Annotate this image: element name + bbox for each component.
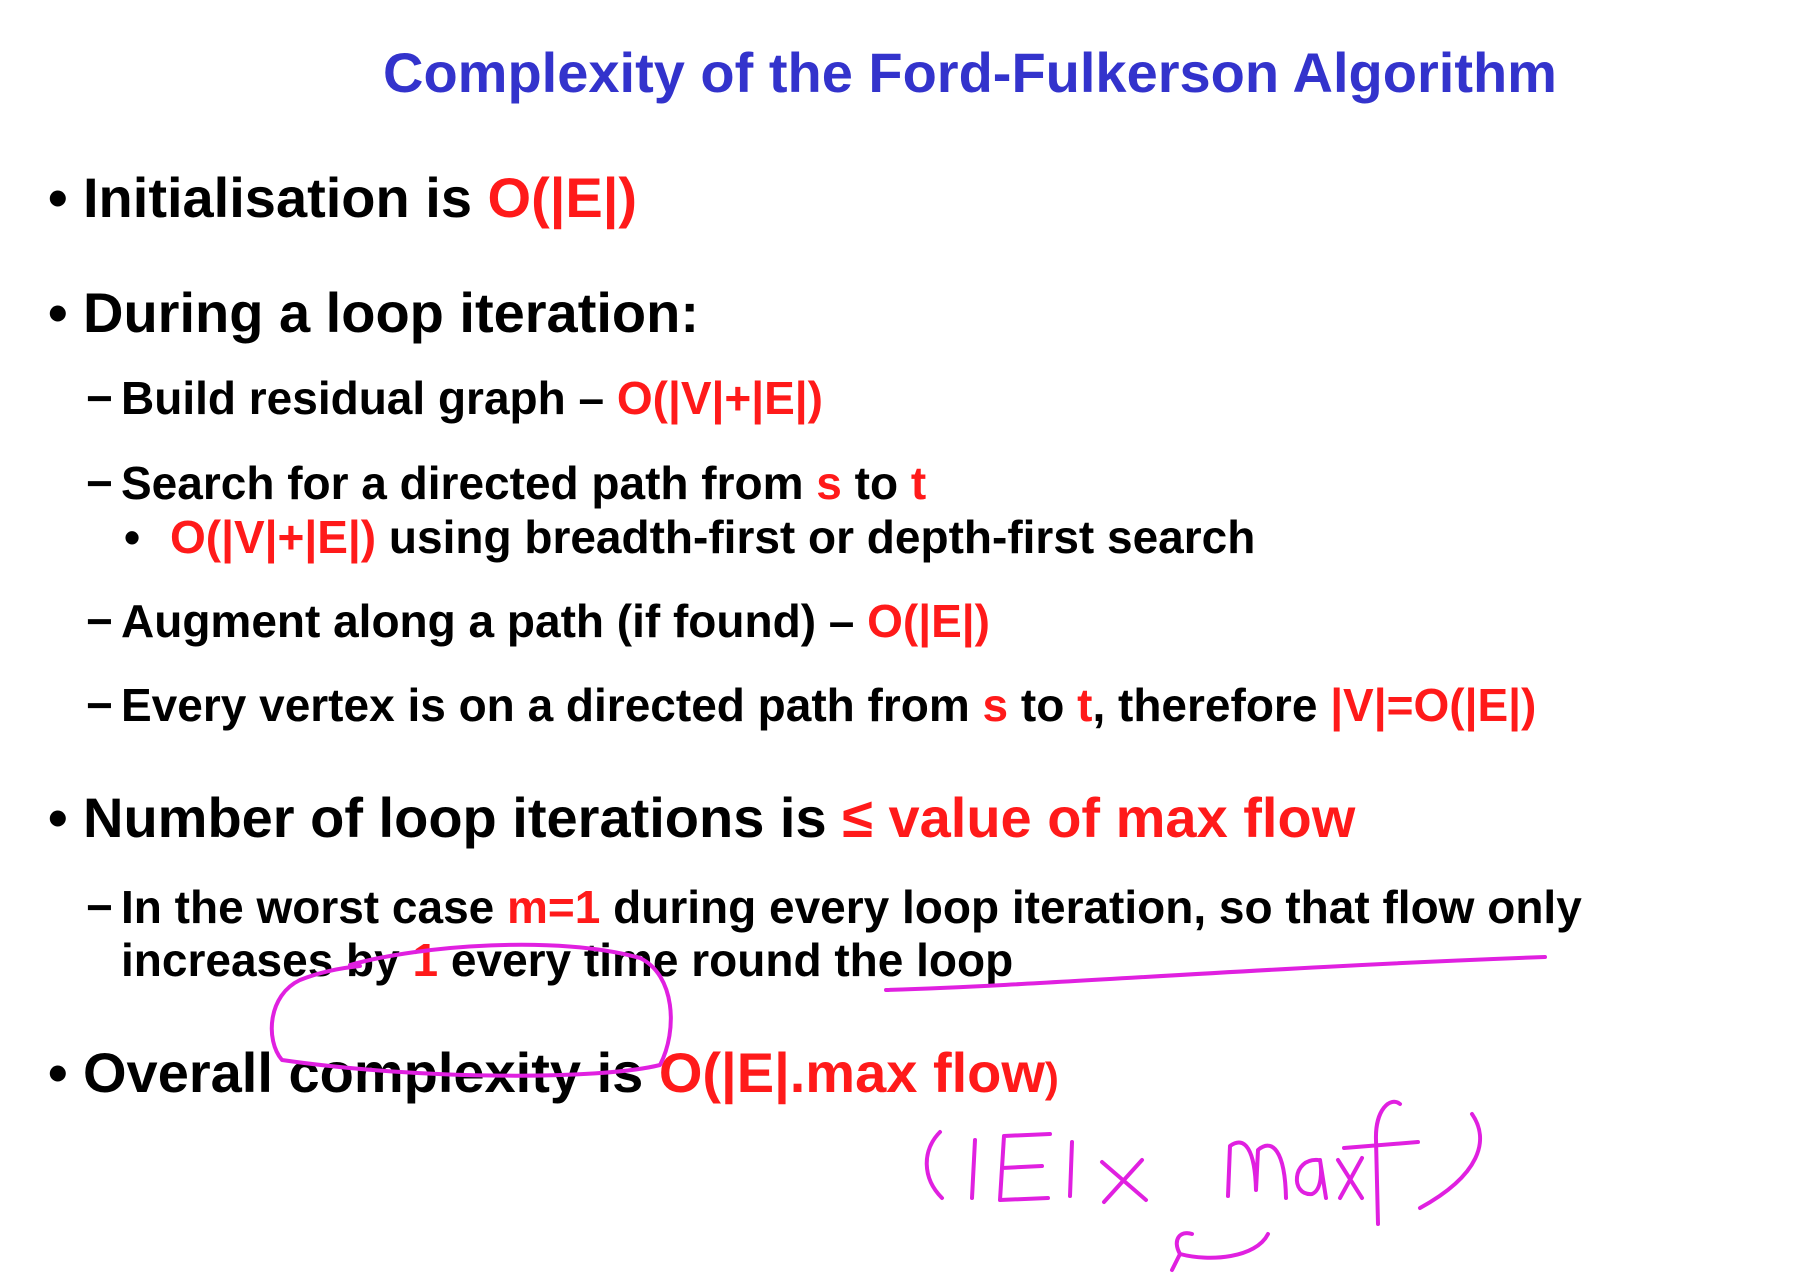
handwritten-char [1418,1112,1482,1210]
worst-text-4: every time round the loop [438,934,1014,986]
sub-item-worst-case: − In the worst case m=1 during every loop… [86,880,1582,934]
search-method-text: using breadth-first or depth-first searc… [376,511,1256,563]
vertex-text-2: to [1008,679,1078,731]
dash-marker: − [86,679,113,731]
handwritten-char [1226,1140,1288,1200]
augment-text: Augment along a path (if found) – [121,595,868,647]
handwritten-char [1336,1156,1364,1200]
bullet-marker: • [48,1041,68,1104]
search-t: t [910,457,927,509]
slide-title: Complexity of the Ford-Fulkerson Algorit… [383,41,1557,104]
dash-marker: − [86,372,113,424]
residual-text: Build residual graph – [121,372,617,424]
bullet-initialisation: • Initialisation is O(|E|) [48,165,637,230]
handwritten-char [1342,1100,1420,1226]
handwritten-char [998,1132,1052,1202]
sub-sub-item-search-method: • O(|V|+|E|) using breadth-first or depth… [124,510,1255,564]
sub-bullet-marker: • [124,511,141,563]
handwritten-char [1100,1158,1148,1204]
sub-item-vertex: − Every vertex is on a directed path from… [86,678,1536,732]
dash-marker: − [86,457,113,509]
handwritten-char [1068,1140,1074,1198]
dash-marker: − [86,881,113,933]
search-complexity: O(|V|+|E|) [170,511,377,563]
search-text-1: Search for a directed path from [121,457,817,509]
bullet-iterations: • Number of loop iterations is ≤ value of… [48,785,1355,850]
vertex-text-1: Every vertex is on a directed path from [121,679,983,731]
dash-marker: − [86,595,113,647]
worst-m: m=1 [507,881,601,933]
overall-complexity: O(|E|.max flow [658,1041,1045,1104]
iterations-bound: ≤ value of max flow [842,786,1356,849]
vertex-t: t [1077,679,1093,731]
worst-text-2: during every loop iteration, so that flo… [600,881,1582,933]
residual-complexity: O(|V|+|E|) [616,372,823,424]
bullet-marker: • [48,786,68,849]
bullet-marker: • [48,166,68,229]
vertex-relation: |V|=O(|E|) [1330,679,1537,731]
init-complexity: O(|E|) [487,166,638,229]
loop-heading: During a loop iteration: [83,281,699,344]
sub-item-residual: − Build residual graph – O(|V|+|E|) [86,371,823,425]
sub-item-augment: − Augment along a path (if found) – O(|E|… [86,594,990,648]
vertex-text-3: , therefore [1092,679,1331,731]
handwritten-char [970,1138,977,1200]
search-s: s [816,457,842,509]
sub-item-search: − Search for a directed path from s to t [86,456,926,510]
sub-item-worst-case-continued: increases by 1 every time round the loop [121,933,1013,987]
worst-text-1: In the worst case [121,881,508,933]
overall-text: Overall complexity is [83,1041,659,1104]
vertex-s: s [982,679,1009,731]
handwritten-char [924,1130,944,1200]
augment-complexity: O(|E|) [867,595,990,647]
iterations-text: Number of loop iterations is [83,786,843,849]
bullet-marker: • [48,281,68,344]
handwritten-formula [924,1100,1482,1226]
search-text-2: to [841,457,911,509]
overall-close-paren: ) [1044,1054,1059,1101]
bullet-loop-iteration: • During a loop iteration: [48,280,699,345]
init-text: Initialisation is [83,166,488,229]
worst-one: 1 [412,934,439,986]
curly-arrow [1170,1231,1270,1272]
worst-text-3: increases by [121,934,413,986]
bullet-overall: • Overall complexity is O(|E|.max flow) [48,1040,1059,1105]
handwritten-char [1295,1157,1328,1200]
